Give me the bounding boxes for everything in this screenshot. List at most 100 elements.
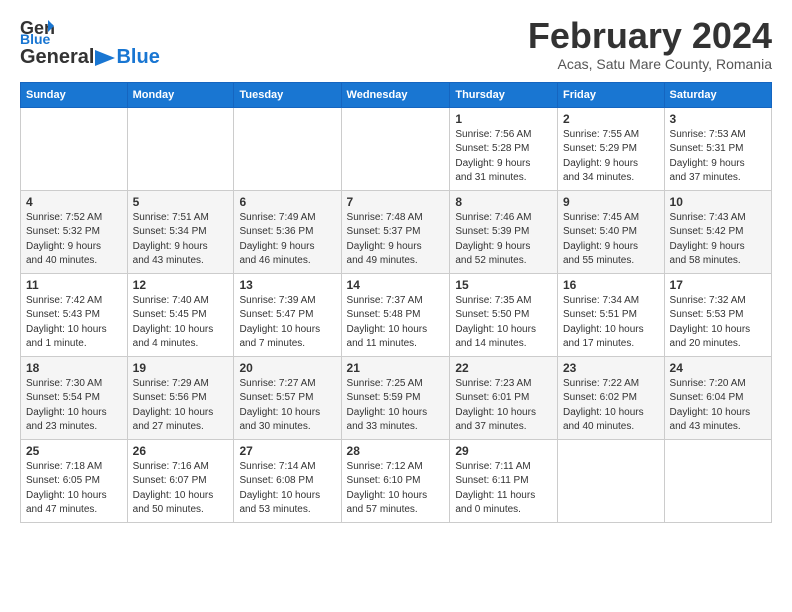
- day-number: 1: [455, 112, 552, 126]
- day-info-line: and 58 minutes.: [670, 255, 741, 266]
- day-info-line: Sunrise: 7:48 AM: [347, 212, 423, 223]
- day-number: 16: [563, 278, 659, 292]
- day-info-line: and 0 minutes.: [455, 504, 521, 515]
- day-info-line: Daylight: 9 hours: [455, 158, 530, 169]
- calendar-cell: 19Sunrise: 7:29 AMSunset: 5:56 PMDayligh…: [127, 356, 234, 439]
- day-info: Sunrise: 7:16 AMSunset: 6:07 PMDaylight:…: [133, 460, 229, 518]
- day-info-line: Sunset: 6:10 PM: [347, 475, 421, 486]
- day-info-line: Daylight: 9 hours: [563, 241, 638, 252]
- day-info-line: Sunrise: 7:46 AM: [455, 212, 531, 223]
- month-title: February 2024: [528, 16, 772, 56]
- calendar-cell: 25Sunrise: 7:18 AMSunset: 6:05 PMDayligh…: [21, 439, 128, 522]
- day-info-line: Sunrise: 7:16 AM: [133, 461, 209, 472]
- day-number: 13: [239, 278, 335, 292]
- calendar-cell: 6 Sunrise: 7:49 AMSunset: 5:36 PMDaylight…: [234, 190, 341, 273]
- day-number: 8: [455, 195, 552, 209]
- day-info: Sunrise: 7:18 AMSunset: 6:05 PMDaylight:…: [26, 460, 122, 518]
- day-info-line: Sunrise: 7:29 AM: [133, 378, 209, 389]
- day-info: Sunrise: 7:12 AMSunset: 6:10 PMDaylight:…: [347, 460, 445, 518]
- day-info: Sunrise: 7:35 AMSunset: 5:50 PMDaylight:…: [455, 294, 552, 352]
- day-info-line: Sunrise: 7:56 AM: [455, 129, 531, 140]
- day-number: 3: [670, 112, 766, 126]
- day-info: Sunrise: 7:46 AMSunset: 5:39 PMDaylight:…: [455, 211, 552, 269]
- day-info-line: and 43 minutes.: [133, 255, 204, 266]
- day-info-line: Daylight: 10 hours: [670, 407, 751, 418]
- logo-blue-text: Blue: [116, 46, 159, 69]
- day-info-line: Sunset: 5:48 PM: [347, 309, 421, 320]
- day-info-line: Sunrise: 7:45 AM: [563, 212, 639, 223]
- day-info-line: Sunset: 5:31 PM: [670, 143, 744, 154]
- day-of-week-header: Friday: [557, 82, 664, 107]
- day-info-line: Daylight: 10 hours: [239, 490, 320, 501]
- day-info: Sunrise: 7:30 AMSunset: 5:54 PMDaylight:…: [26, 377, 122, 435]
- day-info-line: and 46 minutes.: [239, 255, 310, 266]
- day-number: 11: [26, 278, 122, 292]
- day-info-line: and 40 minutes.: [563, 421, 634, 432]
- day-info: Sunrise: 7:56 AMSunset: 5:28 PMDaylight:…: [455, 128, 552, 186]
- day-info-line: Daylight: 10 hours: [239, 407, 320, 418]
- calendar-cell: [341, 107, 450, 190]
- day-info-line: and 50 minutes.: [133, 504, 204, 515]
- day-of-week-header: Wednesday: [341, 82, 450, 107]
- calendar-cell: 15Sunrise: 7:35 AMSunset: 5:50 PMDayligh…: [450, 273, 558, 356]
- calendar-cell: 13Sunrise: 7:39 AMSunset: 5:47 PMDayligh…: [234, 273, 341, 356]
- day-info: Sunrise: 7:45 AM Sunset: 5:40 PM Daylight:…: [563, 211, 659, 269]
- calendar-cell: 3Sunrise: 7:53 AMSunset: 5:31 PMDaylight…: [664, 107, 771, 190]
- day-info: Sunrise: 7:48 AMSunset: 5:37 PMDaylight:…: [347, 211, 445, 269]
- day-info: Sunrise: 7:11 AMSunset: 6:11 PMDaylight:…: [455, 460, 552, 518]
- day-info-line: Sunset: 5:34 PM: [133, 226, 207, 237]
- day-info-line: and 34 minutes.: [563, 172, 634, 183]
- day-info: Sunrise: 7:49 AMSunset: 5:36 PMDaylight:…: [239, 211, 335, 269]
- calendar-cell: [127, 107, 234, 190]
- day-info-line: Sunset: 5:42 PM: [670, 226, 744, 237]
- day-info-line: Daylight: 9 hours: [563, 158, 638, 169]
- day-info: Sunrise: 7:23 AMSunset: 6:01 PMDaylight:…: [455, 377, 552, 435]
- day-info: Sunrise: 7:22 AMSunset: 6:02 PMDaylight:…: [563, 377, 659, 435]
- day-info-line: and 57 minutes.: [347, 504, 418, 515]
- day-info-line: Sunrise: 7:27 AM: [239, 378, 315, 389]
- day-info-line: Sunset: 5:54 PM: [26, 392, 100, 403]
- day-info-line: Sunset: 5:40 PM: [563, 226, 637, 237]
- calendar-cell: 10Sunrise: 7:43 AMSunset: 5:42 PMDayligh…: [664, 190, 771, 273]
- day-info-line: Sunrise: 7:37 AM: [347, 295, 423, 306]
- calendar-cell: 17Sunrise: 7:32 AMSunset: 5:53 PMDayligh…: [664, 273, 771, 356]
- day-info: Sunrise: 7:25 AMSunset: 5:59 PMDaylight:…: [347, 377, 445, 435]
- day-info-line: Daylight: 10 hours: [133, 407, 214, 418]
- day-info-line: Sunrise: 7:43 AM: [670, 212, 746, 223]
- day-info-line: Sunrise: 7:51 AM: [133, 212, 209, 223]
- calendar-cell: 8 Sunrise: 7:46 AMSunset: 5:39 PMDaylight…: [450, 190, 558, 273]
- day-info-line: Daylight: 10 hours: [670, 324, 751, 335]
- day-info-line: Sunrise: 7:35 AM: [455, 295, 531, 306]
- day-info: Sunrise: 7:55 AMSunset: 5:29 PMDaylight:…: [563, 128, 659, 186]
- day-info-line: and 47 minutes.: [26, 504, 97, 515]
- day-info: Sunrise: 7:42 AMSunset: 5:43 PMDaylight:…: [26, 294, 122, 352]
- day-info-line: Sunrise: 7:32 AM: [670, 295, 746, 306]
- day-of-week-header: Tuesday: [234, 82, 341, 107]
- day-info-line: Sunrise: 7:18 AM: [26, 461, 102, 472]
- day-number: 6: [239, 195, 335, 209]
- day-number: 20: [239, 361, 335, 375]
- day-number: 7: [347, 195, 445, 209]
- logo: General Blue General Blue: [20, 16, 160, 69]
- day-info-line: and 37 minutes.: [670, 172, 741, 183]
- day-info-line: Sunset: 5:56 PM: [133, 392, 207, 403]
- day-info-line: Sunrise: 7:12 AM: [347, 461, 423, 472]
- day-info-line: Sunrise: 7:40 AM: [133, 295, 209, 306]
- day-info: Sunrise: 7:34 AMSunset: 5:51 PMDaylight:…: [563, 294, 659, 352]
- day-of-week-header: Thursday: [450, 82, 558, 107]
- day-info-line: Sunrise: 7:25 AM: [347, 378, 423, 389]
- day-number: 5: [133, 195, 229, 209]
- calendar-cell: 23Sunrise: 7:22 AMSunset: 6:02 PMDayligh…: [557, 356, 664, 439]
- calendar-cell: 9Sunrise: 7:45 AMSunset: 5:40 PMDaylight…: [557, 190, 664, 273]
- day-number: 14: [347, 278, 445, 292]
- calendar-cell: 16 Sunrise: 7:34 AMSunset: 5:51 PMDayligh…: [557, 273, 664, 356]
- day-info: Sunrise: 7:51 AMSunset: 5:34 PMDaylight:…: [133, 211, 229, 269]
- day-info-line: Daylight: 11 hours: [455, 490, 535, 501]
- day-info-line: and 27 minutes.: [133, 421, 204, 432]
- day-info-line: Daylight: 10 hours: [347, 407, 428, 418]
- calendar-cell: [664, 439, 771, 522]
- day-info-line: and 55 minutes.: [563, 255, 634, 266]
- day-info-line: Sunset: 6:08 PM: [239, 475, 313, 486]
- day-info-line: and 14 minutes.: [455, 338, 526, 349]
- day-info: Sunrise: 7:52 AMSunset: 5:32 PMDaylight:…: [26, 211, 122, 269]
